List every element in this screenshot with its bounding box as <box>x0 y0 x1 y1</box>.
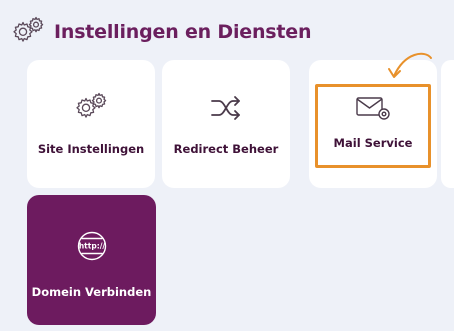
gears-icon <box>13 16 44 42</box>
tile-label: Domein Verbinden <box>31 285 152 299</box>
tile-label: Site Instellingen <box>37 142 145 156</box>
page-title: Instellingen en Diensten <box>54 21 312 43</box>
pointer-arrow-icon <box>388 52 432 78</box>
next-tile-edge <box>441 60 454 188</box>
tile-redirect-beheer[interactable]: Redirect Beheer <box>162 60 290 188</box>
section-header: Instellingen en Diensten <box>10 14 311 50</box>
tile-label: Redirect Beheer <box>173 142 279 156</box>
shuffle-icon <box>211 96 240 120</box>
gears-icon <box>76 92 107 118</box>
svg-text:http://: http:// <box>78 242 105 251</box>
tile-domein-verbinden[interactable]: http:// Domein Verbinden <box>27 195 156 325</box>
http-globe-icon: http:// <box>77 231 106 261</box>
tile-site-instellingen[interactable]: Site Instellingen <box>27 60 155 188</box>
highlight-frame <box>315 84 431 168</box>
